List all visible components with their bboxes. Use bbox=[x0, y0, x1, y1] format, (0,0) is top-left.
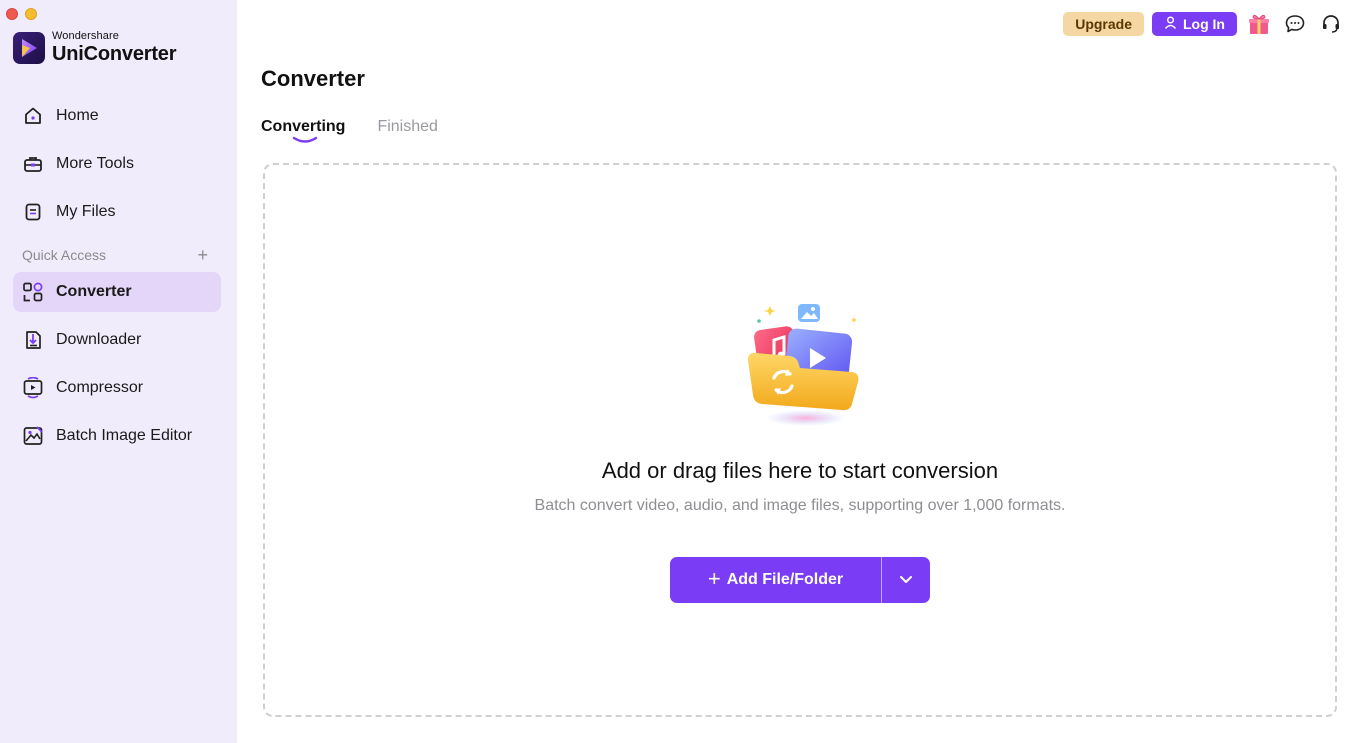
add-options-dropdown-button[interactable] bbox=[882, 557, 930, 603]
folder-media-illustration-icon bbox=[740, 296, 870, 431]
plus-icon: + bbox=[707, 566, 721, 591]
active-tab-indicator bbox=[292, 136, 318, 143]
page-title: Converter bbox=[261, 66, 365, 91]
brand-name: UniConverter bbox=[52, 43, 177, 65]
quick-access-label: Quick Access bbox=[22, 247, 107, 263]
sidebar-item-label: More Tools bbox=[56, 155, 134, 172]
sidebar-item-compressor[interactable]: Compressor bbox=[13, 368, 221, 408]
sidebar-item-batch-image-editor[interactable]: Batch Image Editor bbox=[13, 416, 221, 456]
sidebar-item-label: Batch Image Editor bbox=[56, 427, 193, 444]
quick-access-header: Quick Access + bbox=[22, 246, 208, 264]
batch-image-editor-icon bbox=[22, 425, 44, 447]
sidebar-item-downloader[interactable]: Downloader bbox=[13, 320, 221, 360]
dropzone-subtitle: Batch convert video, audio, and image fi… bbox=[534, 497, 1066, 514]
sidebar-item-converter[interactable]: Converter bbox=[13, 272, 221, 312]
sidebar-item-label: Downloader bbox=[56, 331, 142, 348]
app-logo: Wondershare UniConverter bbox=[13, 31, 176, 64]
minimize-window-button[interactable] bbox=[25, 8, 37, 20]
tab-finished[interactable]: Finished bbox=[377, 118, 437, 136]
toolbox-icon bbox=[22, 153, 44, 175]
top-bar: Upgrade Log In bbox=[1063, 12, 1345, 36]
tab-converting[interactable]: Converting bbox=[261, 118, 346, 143]
file-drop-zone[interactable] bbox=[263, 163, 1337, 717]
tab-label: Converting bbox=[261, 118, 346, 135]
converter-icon bbox=[22, 281, 44, 303]
main-nav: Home More Tools My Files bbox=[13, 96, 221, 240]
quick-access-add-button[interactable]: + bbox=[197, 246, 208, 264]
log-in-label: Log In bbox=[1183, 16, 1225, 32]
sidebar-item-label: My Files bbox=[56, 203, 116, 220]
add-file-folder-button[interactable]: + Add File/Folder bbox=[670, 557, 882, 603]
add-file-folder-label: Add File/Folder bbox=[726, 571, 844, 588]
sidebar-item-label: Home bbox=[56, 107, 99, 124]
gift-icon[interactable] bbox=[1245, 12, 1273, 36]
tab-label: Finished bbox=[377, 118, 438, 135]
quick-access-nav: Converter Downloader Compressor Batch Im… bbox=[13, 272, 221, 464]
uniconverter-logo-icon bbox=[13, 31, 45, 64]
compressor-icon bbox=[22, 377, 44, 399]
chevron-down-icon bbox=[899, 571, 913, 589]
sidebar-item-home[interactable]: Home bbox=[13, 96, 221, 136]
support-headset-icon[interactable] bbox=[1317, 12, 1345, 36]
chat-icon[interactable] bbox=[1281, 12, 1309, 36]
add-file-folder-split-button: + Add File/Folder bbox=[670, 557, 930, 603]
log-in-button[interactable]: Log In bbox=[1152, 12, 1237, 36]
home-icon bbox=[22, 105, 44, 127]
brand-small: Wondershare bbox=[52, 30, 119, 42]
sidebar: Wondershare UniConverter Home More Tools… bbox=[0, 0, 237, 743]
upgrade-button[interactable]: Upgrade bbox=[1063, 12, 1144, 36]
downloader-icon bbox=[22, 329, 44, 351]
tab-bar: Converting Finished bbox=[261, 118, 438, 143]
sidebar-item-my-files[interactable]: My Files bbox=[13, 192, 221, 232]
dropzone-title: Add or drag files here to start conversi… bbox=[601, 458, 999, 483]
window-controls bbox=[6, 8, 37, 20]
sidebar-item-more-tools[interactable]: More Tools bbox=[13, 144, 221, 184]
sidebar-item-label: Compressor bbox=[56, 379, 144, 396]
close-window-button[interactable] bbox=[6, 8, 18, 20]
user-icon bbox=[1164, 16, 1177, 32]
files-icon bbox=[22, 201, 44, 223]
sidebar-item-label: Converter bbox=[56, 283, 132, 300]
